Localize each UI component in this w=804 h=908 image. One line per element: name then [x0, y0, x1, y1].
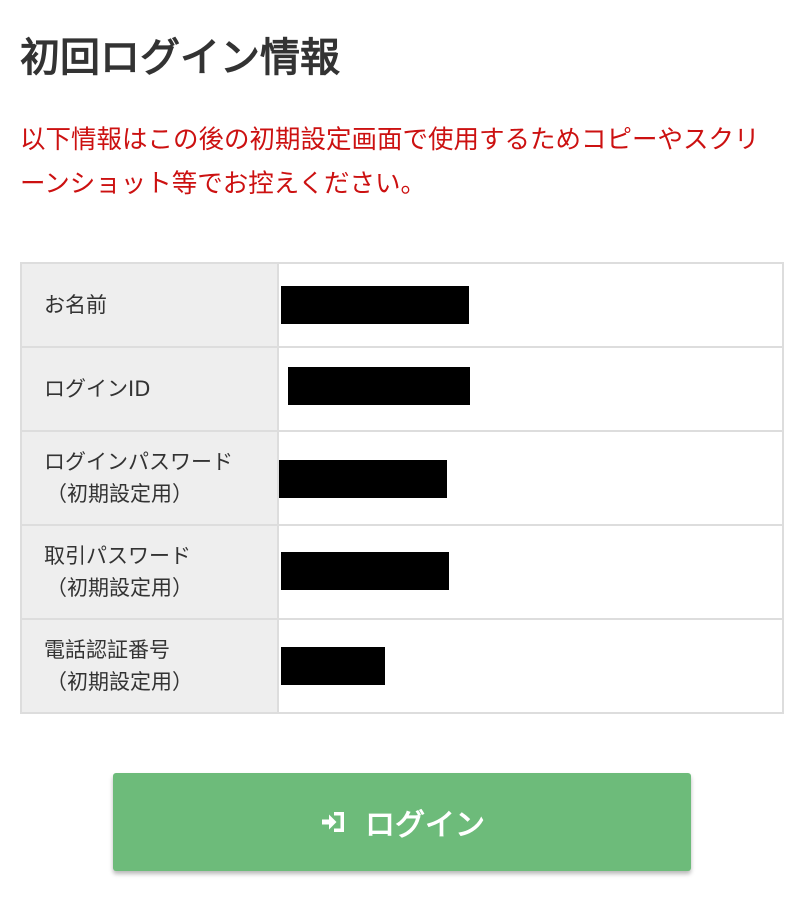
row-value-name	[277, 262, 784, 348]
login-info-table: お名前 ログインID ログインパスワード （初期設定用） 取引パスワード （初期…	[20, 262, 784, 714]
login-button-label: ログイン	[365, 808, 485, 843]
row-label-text: 取引パスワード	[44, 544, 191, 568]
row-sub-label-text: （初期設定用）	[46, 670, 193, 694]
redacted-value	[279, 460, 447, 498]
redacted-value	[281, 647, 385, 685]
row-label-phone-auth: 電話認証番号 （初期設定用）	[20, 618, 279, 714]
row-sub-label-text: （初期設定用）	[46, 576, 193, 600]
row-value-login-password	[277, 430, 784, 526]
table-row-name: お名前	[20, 262, 784, 348]
row-value-phone-auth	[277, 618, 784, 714]
table-row-login-id: ログインID	[20, 346, 784, 432]
row-label-name: お名前	[20, 262, 279, 348]
row-value-login-id	[277, 346, 784, 432]
row-sub-label-text: （初期設定用）	[46, 482, 193, 506]
row-label-text: ログインID	[44, 377, 151, 401]
row-value-trade-password	[277, 524, 784, 620]
row-label-text: ログインパスワード	[44, 450, 233, 474]
row-label-trade-password: 取引パスワード （初期設定用）	[20, 524, 279, 620]
table-row-login-password: ログインパスワード （初期設定用）	[20, 430, 784, 526]
page-title: 初回ログイン情報	[20, 35, 340, 81]
row-label-login-id: ログインID	[20, 346, 279, 432]
sign-in-icon	[319, 807, 349, 837]
redacted-value	[281, 286, 469, 324]
redacted-value	[288, 367, 470, 405]
row-label-text: お名前	[44, 293, 107, 317]
row-label-text: 電話認証番号	[44, 638, 170, 662]
notice-text: 以下情報はこの後の初期設定画面で使用するためコピーやスクリーンショット等でお控え…	[20, 125, 760, 199]
redacted-value	[281, 552, 449, 590]
table-row-trade-password: 取引パスワード （初期設定用）	[20, 524, 784, 620]
table-row-phone-auth: 電話認証番号 （初期設定用）	[20, 618, 784, 714]
row-label-login-password: ログインパスワード （初期設定用）	[20, 430, 279, 526]
login-button[interactable]: ログイン	[113, 773, 691, 871]
